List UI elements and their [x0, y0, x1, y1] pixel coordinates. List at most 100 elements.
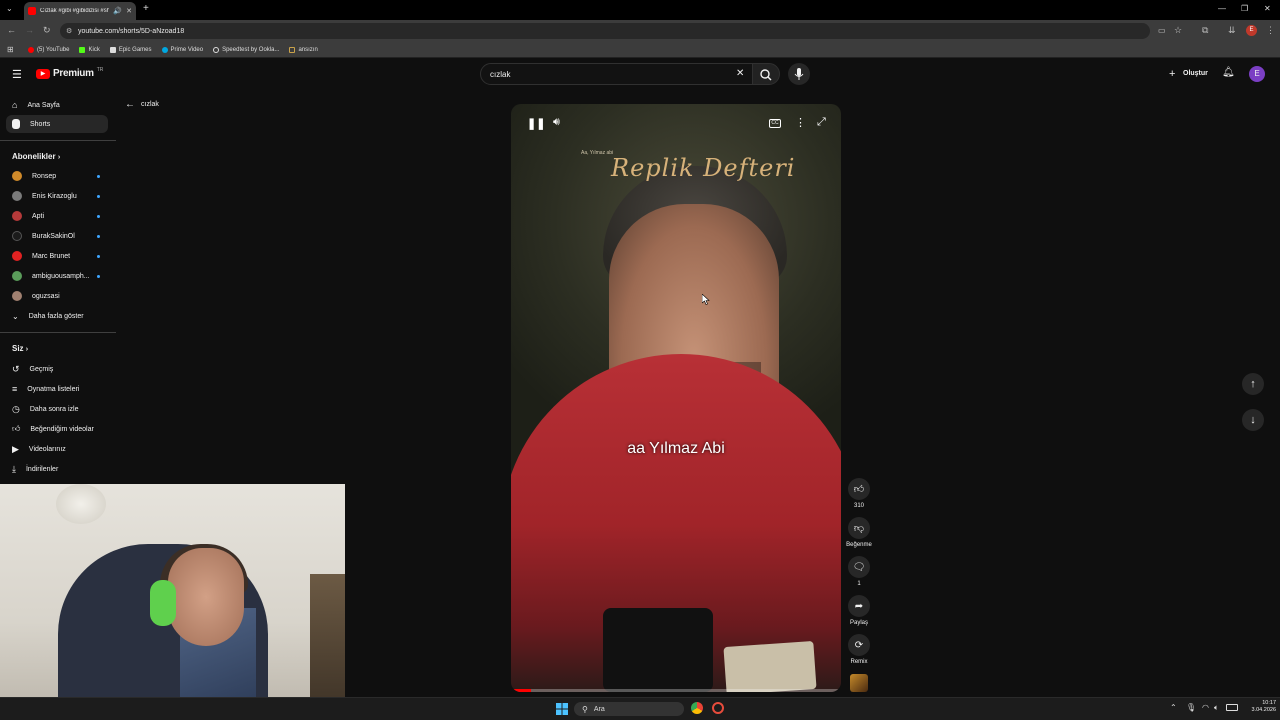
site-info-icon[interactable]: ⚙ — [66, 27, 72, 35]
youtube-bookmark-icon — [28, 46, 34, 53]
taskbar-search[interactable]: ⚲ Ara — [574, 702, 684, 716]
app-taskbar-icon[interactable] — [712, 702, 724, 714]
notifications-bell-icon[interactable]: 🔔︎ — [1222, 67, 1235, 78]
sidebar-item-shorts[interactable]: Shorts — [6, 115, 108, 133]
chrome-taskbar-icon[interactable] — [691, 702, 703, 714]
like-button[interactable]: 👍︎ 310 — [846, 478, 872, 509]
bookmark-star-icon[interactable]: ☆ — [1174, 25, 1182, 36]
shorts-video-player[interactable]: Aa, Yılmaz abi Replik Defteri aa Yılmaz … — [511, 104, 841, 692]
create-plus-icon[interactable]: + — [1169, 68, 1175, 80]
next-short-button[interactable]: ↓ — [1242, 409, 1264, 431]
tab-search-icon[interactable]: ⌄ — [6, 4, 13, 13]
sound-thumbnail[interactable] — [850, 674, 868, 692]
ceiling-decoration — [56, 484, 106, 524]
forward-arrow-icon[interactable]: → — [25, 25, 34, 35]
speaker-icon[interactable]: 🔊 — [113, 7, 122, 15]
sidebar-item-playlists[interactable]: ≡ Oynatma listeleri — [6, 380, 108, 398]
back-arrow-icon: ← — [125, 99, 135, 110]
sidebar-item-subscription[interactable]: ambiguousamph... — [6, 267, 108, 285]
webcam-person-face — [168, 548, 244, 646]
sidebar-item-watch-later[interactable]: ◷ Daha sonra izle — [6, 400, 108, 418]
sidebar-item-subscription[interactable]: BurakSakinOl — [6, 227, 108, 245]
browser-menu-icon[interactable]: ⋮ — [1266, 25, 1275, 36]
youtube-premium-logo[interactable]: ▶ Premium TR — [36, 67, 103, 79]
extensions-icon[interactable]: ⧉ — [1202, 25, 1208, 36]
more-options-icon[interactable]: ⋮ — [795, 116, 806, 129]
share-label: Paylaş — [849, 620, 868, 626]
browser-tab-active[interactable]: Cızlak #gibi #gibidizisi #sh 🔊 ✕ — [24, 2, 136, 20]
cast-icon[interactable]: ▭ — [1158, 26, 1166, 35]
bookmark-kick[interactable]: Kick — [79, 46, 100, 53]
volume-icon[interactable]: 🔊︎ — [553, 116, 560, 129]
sidebar-item-your-videos[interactable]: ▶ Videolarınız — [6, 440, 108, 458]
home-icon: ⌂ — [12, 100, 18, 110]
new-tab-button[interactable]: + — [143, 3, 149, 14]
search-input[interactable]: cızlak ✕ — [480, 63, 756, 85]
apps-grid-icon[interactable]: ⊞ — [7, 45, 14, 54]
reload-icon[interactable]: ↻ — [43, 25, 51, 36]
share-button[interactable]: ➦ Paylaş — [846, 595, 872, 626]
voice-search-button[interactable] — [788, 63, 810, 85]
bookmark-prime-video[interactable]: Prime Video — [161, 46, 203, 53]
taskbar-clock[interactable]: 10:17 3.04.2026 — [1236, 700, 1276, 714]
captions-icon[interactable]: CC — [769, 119, 781, 128]
wifi-icon[interactable]: ◠ — [1202, 703, 1209, 712]
tab-close-icon[interactable]: ✕ — [126, 7, 132, 15]
sidebar-item-home[interactable]: ⌂ Ana Sayfa — [6, 96, 108, 114]
sidebar-item-subscription[interactable]: Marc Brunet — [6, 247, 108, 265]
microphone-tray-icon[interactable]: 🎙︎ — [1186, 703, 1196, 712]
address-bar[interactable]: ⚙ youtube.com/shorts/5D-aNzoad18 ▭ ☆ — [60, 23, 1182, 39]
bookmark-speedtest[interactable]: Speedtest by Ookla... — [213, 46, 279, 53]
dislike-button[interactable]: 👎︎ Beğenme — [846, 517, 872, 548]
windows-start-icon[interactable] — [556, 703, 568, 715]
video-progress-bar[interactable] — [511, 689, 841, 692]
sidebar-item-downloads[interactable]: ⤓ İndirilenler — [6, 460, 108, 478]
clear-search-icon[interactable]: ✕ — [736, 68, 744, 79]
bookmark-epic-games[interactable]: Epic Games — [109, 46, 152, 53]
account-avatar[interactable]: E — [1249, 66, 1265, 82]
subscriptions-heading[interactable]: Abonelikler › — [12, 152, 60, 161]
back-to-search-link[interactable]: ← cızlak — [125, 99, 159, 110]
chevron-right-icon: › — [25, 346, 29, 353]
clock-time: 10:17 — [1262, 700, 1276, 706]
video-frame-plate — [723, 640, 817, 692]
thumbs-up-icon: 👍︎ — [853, 484, 865, 495]
microphone-icon — [794, 68, 804, 80]
hamburger-menu-icon[interactable]: ☰ — [12, 68, 22, 81]
search-button[interactable] — [752, 63, 780, 85]
downloads-icon[interactable]: ⇊ — [1228, 25, 1236, 36]
bookmark-folder-ansizin[interactable]: ansızın — [289, 46, 318, 53]
pause-icon[interactable]: ❚❚ — [527, 117, 545, 130]
create-button[interactable]: Oluştur — [1183, 70, 1208, 77]
sidebar-item-liked-videos[interactable]: 👍︎ Beğendiğim videolar — [6, 420, 108, 438]
restore-icon[interactable]: ❐ — [1241, 4, 1248, 13]
tab-title: Cızlak #gibi #gibidizisi #sh — [40, 8, 110, 14]
folder-icon — [289, 46, 296, 53]
sidebar-item-subscription[interactable]: Ronsep — [6, 167, 108, 185]
remix-button[interactable]: ⟳ Remix — [846, 634, 872, 665]
sidebar-item-subscription[interactable]: Enis Kirazoglu — [6, 187, 108, 205]
mouse-cursor-icon — [702, 294, 710, 305]
tray-overflow-icon[interactable]: ⌃ — [1170, 703, 1177, 712]
comments-button[interactable]: 🗨︎ 1 — [846, 556, 872, 587]
video-icon: ▶ — [12, 443, 19, 454]
you-heading[interactable]: Siz › — [12, 344, 28, 353]
minimize-icon[interactable]: — — [1218, 4, 1226, 13]
kick-bookmark-icon — [79, 46, 86, 53]
bookmark-youtube[interactable]: (5) YouTube — [28, 46, 69, 53]
epic-games-bookmark-icon — [109, 46, 116, 53]
sidebar: ⌂ Ana Sayfa Shorts Abonelikler › Ronsep … — [0, 92, 116, 484]
show-more-button[interactable]: ⌄ Daha fazla göster — [6, 307, 108, 325]
fullscreen-icon[interactable]: ⤢ — [817, 116, 826, 129]
previous-short-button[interactable]: ↑ — [1242, 373, 1264, 395]
sidebar-item-subscription[interactable]: oguzsasi — [6, 287, 108, 305]
channel-avatar — [12, 211, 22, 221]
channel-avatar — [12, 191, 22, 201]
profile-avatar[interactable]: E — [1246, 25, 1257, 36]
close-window-icon[interactable]: ✕ — [1264, 4, 1271, 13]
sidebar-item-subscription[interactable]: Apti — [6, 207, 108, 225]
sidebar-item-history[interactable]: ↺ Geçmiş — [6, 360, 108, 378]
back-arrow-icon[interactable]: ← — [7, 25, 16, 35]
new-content-dot — [97, 254, 100, 258]
speaker-tray-icon[interactable]: 🔈︎ — [1214, 703, 1219, 713]
